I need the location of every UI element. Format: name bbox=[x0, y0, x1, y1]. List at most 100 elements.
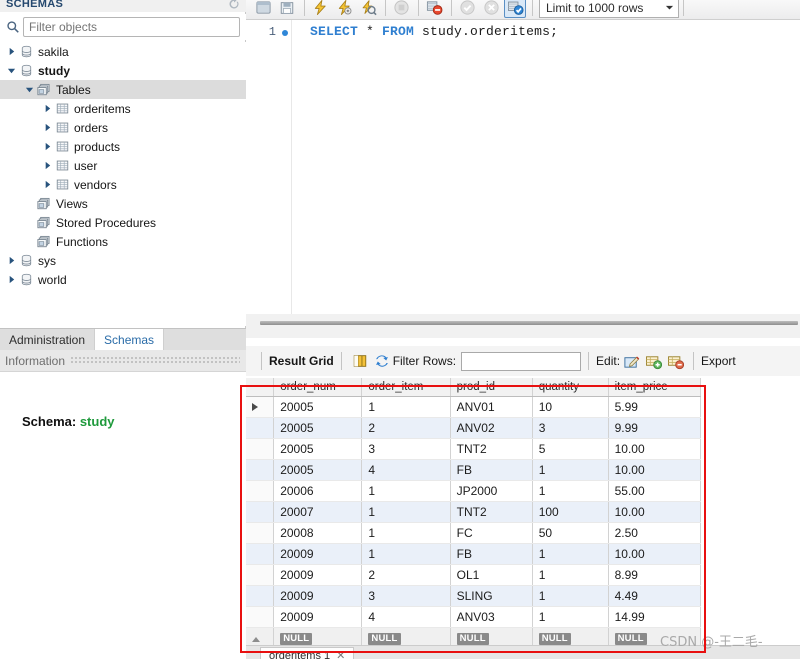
column-header-item_price[interactable]: item_price bbox=[608, 378, 702, 397]
tree-item-study[interactable]: study bbox=[0, 61, 246, 80]
filter-rows-input[interactable] bbox=[461, 351, 582, 371]
row-selector-cell[interactable] bbox=[246, 585, 275, 607]
chevron-right-icon[interactable] bbox=[40, 137, 54, 156]
cell-order_item[interactable]: 4 bbox=[361, 459, 451, 481]
row-selector-cell[interactable] bbox=[246, 543, 275, 565]
refresh-icon[interactable] bbox=[228, 0, 240, 10]
column-header-order_num[interactable]: order_num bbox=[273, 378, 363, 397]
sql-text-editor[interactable]: 1 SELECT * FROM study.orderitems; bbox=[246, 20, 800, 314]
cell-item_price[interactable]: 5.99 bbox=[608, 396, 702, 418]
table-row[interactable]: 20009 4 ANV03 1 14.99 bbox=[246, 606, 702, 628]
toggle-stop-on-error-icon[interactable] bbox=[423, 0, 445, 18]
cell-item_price[interactable]: 10.00 bbox=[608, 543, 702, 565]
splitter-handle[interactable] bbox=[260, 321, 798, 325]
chevron-right-icon[interactable] bbox=[4, 270, 18, 289]
tree-item-orderitems[interactable]: orderitems bbox=[0, 99, 246, 118]
cell-item_price[interactable]: 14.99 bbox=[608, 606, 702, 628]
sidebar-tab-schemas[interactable]: Schemas bbox=[95, 329, 165, 350]
chevron-right-icon[interactable] bbox=[40, 175, 54, 194]
table-row[interactable]: 20009 3 SLING 1 4.49 bbox=[246, 585, 702, 607]
tree-item-products[interactable]: products bbox=[0, 137, 246, 156]
table-row[interactable]: 20007 1 TNT2 100 10.00 bbox=[246, 501, 702, 523]
cell-item_price[interactable]: 10.00 bbox=[608, 438, 702, 460]
chevron-right-icon[interactable] bbox=[40, 156, 54, 175]
cell-prod_id[interactable]: ANV03 bbox=[450, 606, 533, 628]
cell-item_price[interactable]: 2.50 bbox=[608, 522, 702, 544]
row-selector-cell[interactable] bbox=[246, 438, 275, 460]
cell-quantity[interactable]: 3 bbox=[532, 417, 609, 439]
row-limit-dropdown[interactable]: Limit to 1000 rows bbox=[539, 0, 679, 18]
cell-prod_id[interactable]: OL1 bbox=[450, 564, 533, 586]
cell-quantity[interactable]: 1 bbox=[532, 480, 609, 502]
execute-statement-icon[interactable] bbox=[309, 0, 331, 18]
cell-order_num[interactable]: 20005 bbox=[273, 417, 363, 439]
grid-view-icon[interactable] bbox=[349, 351, 371, 371]
scroll-up-arrow-icon[interactable] bbox=[252, 636, 260, 642]
chevron-right-icon[interactable] bbox=[40, 99, 54, 118]
statement-marker-dot[interactable] bbox=[282, 30, 288, 36]
cell-order_item[interactable]: 3 bbox=[361, 585, 451, 607]
column-header-order_item[interactable]: order_item bbox=[361, 378, 451, 397]
editor-results-splitter[interactable] bbox=[246, 314, 800, 338]
result-tab-orderitems[interactable]: orderitems 1 ✕ bbox=[260, 647, 355, 659]
save-script-icon[interactable] bbox=[276, 0, 298, 18]
tree-item-vendors[interactable]: vendors bbox=[0, 175, 246, 194]
cell-order_num[interactable]: 20009 bbox=[273, 606, 363, 628]
table-row[interactable]: 20005 3 TNT2 5 10.00 bbox=[246, 438, 702, 460]
cell-item_price[interactable]: 55.00 bbox=[608, 480, 702, 502]
column-header-prod_id[interactable]: prod_id bbox=[450, 378, 533, 397]
cell-item_price[interactable]: 9.99 bbox=[608, 417, 702, 439]
table-row[interactable]: 20008 1 FC 50 2.50 bbox=[246, 522, 702, 544]
tree-item-orders[interactable]: orders bbox=[0, 118, 246, 137]
cell-quantity[interactable]: 50 bbox=[532, 522, 609, 544]
cell-order_num[interactable]: 20005 bbox=[273, 459, 363, 481]
row-selector-cell[interactable] bbox=[246, 522, 275, 544]
cell-prod_id[interactable]: ANV01 bbox=[450, 396, 533, 418]
chevron-right-icon[interactable] bbox=[4, 251, 18, 270]
chevron-down-icon[interactable] bbox=[4, 61, 18, 80]
cell-order_num[interactable]: 20009 bbox=[273, 543, 363, 565]
cell-quantity[interactable]: 5 bbox=[532, 438, 609, 460]
cell-prod_id[interactable]: FB bbox=[450, 543, 533, 565]
autocommit-toggle-icon[interactable] bbox=[504, 0, 526, 18]
cell-quantity[interactable]: 1 bbox=[532, 459, 609, 481]
cell-prod_id[interactable]: SLING bbox=[450, 585, 533, 607]
refresh-grid-icon[interactable] bbox=[371, 351, 393, 371]
cell-quantity[interactable]: 10 bbox=[532, 396, 609, 418]
tree-item-sys[interactable]: sys bbox=[0, 251, 246, 270]
row-selector-cell[interactable] bbox=[246, 606, 275, 628]
edit-row-icon[interactable] bbox=[620, 351, 642, 371]
cell-item_price[interactable]: 8.99 bbox=[608, 564, 702, 586]
table-row[interactable]: 20006 1 JP2000 1 55.00 bbox=[246, 480, 702, 502]
export-button[interactable]: Export bbox=[701, 354, 736, 368]
cell-prod_id[interactable]: TNT2 bbox=[450, 501, 533, 523]
cell-quantity[interactable]: 1 bbox=[532, 564, 609, 586]
cell-order_num[interactable]: 20006 bbox=[273, 480, 363, 502]
row-selector-cell[interactable] bbox=[246, 459, 275, 481]
cell-prod_id[interactable]: ANV02 bbox=[450, 417, 533, 439]
tree-item-stored-procedures[interactable]: Stored Procedures bbox=[0, 213, 246, 232]
cell-order_item[interactable]: 4 bbox=[361, 606, 451, 628]
cell-order_num[interactable]: 20009 bbox=[273, 585, 363, 607]
row-selector-cell[interactable] bbox=[246, 480, 275, 502]
cell-item_price[interactable]: 10.00 bbox=[608, 501, 702, 523]
explain-query-icon[interactable] bbox=[357, 0, 379, 18]
execute-current-icon[interactable] bbox=[333, 0, 355, 18]
cell-order_item[interactable]: 1 bbox=[361, 522, 451, 544]
tree-item-views[interactable]: Views bbox=[0, 194, 246, 213]
chevron-right-icon[interactable] bbox=[4, 42, 18, 61]
tree-item-user[interactable]: user bbox=[0, 156, 246, 175]
schema-tree[interactable]: sakila study Tables orderitems orders product… bbox=[0, 42, 246, 326]
row-selector-cell[interactable] bbox=[246, 396, 275, 418]
cell-prod_id[interactable]: JP2000 bbox=[450, 480, 533, 502]
cell-order_num[interactable]: 20008 bbox=[273, 522, 363, 544]
row-selector-cell[interactable] bbox=[246, 417, 275, 439]
row-selector-cell[interactable] bbox=[246, 501, 275, 523]
filter-objects-input[interactable] bbox=[23, 17, 240, 37]
chevron-down-icon[interactable] bbox=[22, 80, 36, 99]
cell-order_item[interactable]: 2 bbox=[361, 564, 451, 586]
cell-item_price[interactable]: 4.49 bbox=[608, 585, 702, 607]
cell-order_num[interactable]: 20005 bbox=[273, 438, 363, 460]
new-sql-tab-icon[interactable] bbox=[252, 0, 274, 18]
result-grid[interactable]: order_num order_item prod_id quantity item_p… bbox=[246, 378, 800, 654]
